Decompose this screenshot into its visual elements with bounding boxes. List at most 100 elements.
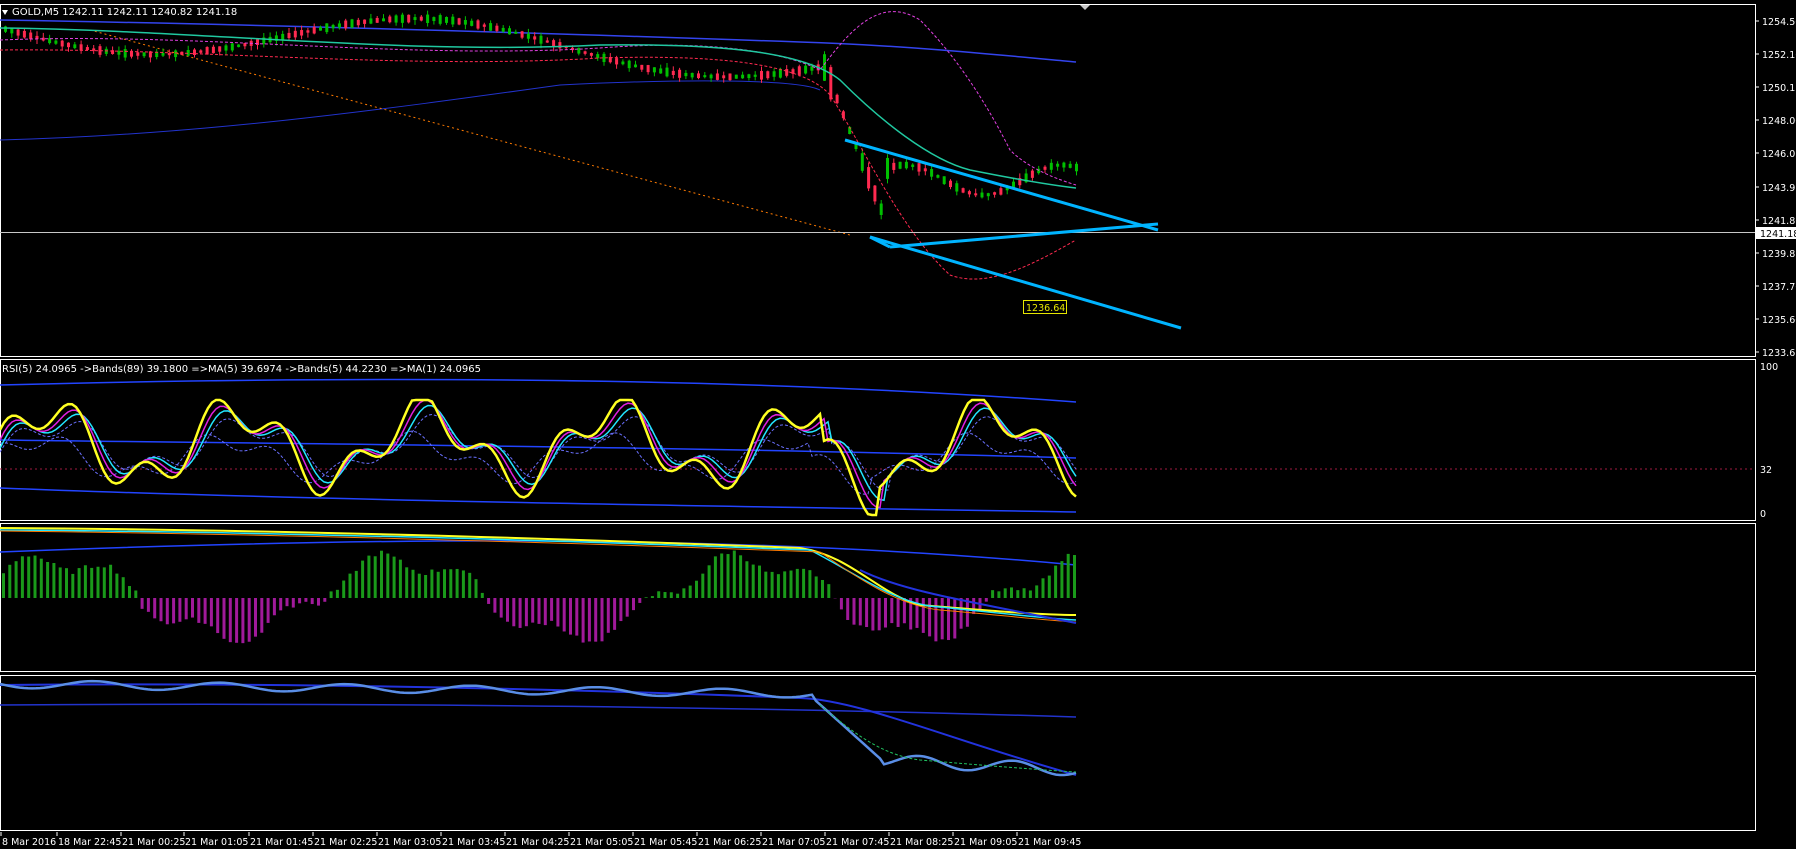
hist-bar-positive	[96, 566, 100, 598]
hist-bar-positive	[449, 569, 453, 598]
bear-candle	[67, 42, 70, 48]
lower-trendline	[889, 222, 1159, 249]
bear-candle	[306, 30, 310, 33]
bear-candle	[1043, 166, 1047, 170]
price-axis-label: 1252.16	[1762, 50, 1796, 61]
bull-candle	[747, 74, 751, 79]
hist-bar-negative	[172, 598, 176, 624]
hist-bar-positive	[430, 569, 434, 598]
bull-candle	[652, 67, 656, 73]
bull-candle	[1062, 162, 1066, 168]
time-axis-label: 21 Mar 05:45	[634, 837, 697, 848]
bull-candle	[489, 23, 493, 31]
hist-bar-positive	[455, 568, 459, 598]
hist-bar-negative	[550, 598, 554, 621]
histogram-panel-frame	[0, 523, 1756, 672]
hist-bar-positive	[783, 571, 787, 598]
hist-bar-negative	[247, 598, 251, 642]
hist-bar-negative	[291, 598, 295, 608]
hist-bar-negative	[493, 598, 497, 613]
bear-candle	[293, 30, 297, 38]
price-axis-label: 1235.66	[1762, 315, 1796, 326]
price-axis-label: 1237.76	[1762, 282, 1796, 293]
bear-candle	[85, 47, 89, 51]
current-price-label: 1241.18	[1760, 229, 1796, 240]
hist-bar-positive	[1022, 588, 1026, 598]
rsi-axis-100: 100	[1760, 362, 1778, 373]
hist-bar-positive	[65, 568, 68, 598]
bull-candle	[741, 74, 745, 79]
triangle-down-icon[interactable]	[2, 10, 8, 15]
hist-bar-negative	[953, 598, 957, 639]
hist-bar-positive	[27, 556, 31, 598]
bull-candle	[709, 74, 713, 79]
time-axis-label: 18 Mar 22:45	[58, 837, 121, 848]
hist-bar-positive	[997, 591, 1001, 598]
hist-bar-negative	[877, 598, 881, 631]
bull-candle	[400, 14, 404, 23]
hist-bar-positive	[707, 565, 711, 598]
bull-candle	[936, 175, 940, 178]
hist-bar-negative	[537, 598, 541, 624]
lower-band-top	[0, 703, 1077, 718]
hist-bar-positive	[1003, 588, 1007, 598]
bear-candle	[835, 94, 839, 104]
time-axis-label: 21 Mar 02:25	[314, 837, 377, 848]
trading-chart[interactable]: GOLD,M5 1242.11 1242.11 1240.82 1241.18 …	[0, 0, 1796, 849]
hist-bar-negative	[272, 598, 276, 616]
hist-bar-positive	[827, 584, 831, 598]
hist-upper-band	[0, 540, 1077, 566]
hist-bar-negative	[159, 598, 163, 622]
bear-candle	[533, 36, 537, 40]
hist-bar-positive	[1016, 590, 1020, 598]
bear-candle	[256, 39, 259, 45]
bear-candle	[678, 69, 682, 78]
bull-candle	[325, 23, 329, 33]
bull-candle	[224, 45, 228, 51]
panel-frames	[0, 4, 1756, 831]
hist-bar-positive	[8, 564, 12, 598]
time-axis-label: 21 Mar 07:45	[826, 837, 889, 848]
long-moving-average	[0, 19, 1077, 63]
bull-candle	[123, 49, 127, 58]
bull-candle	[514, 31, 518, 34]
bull-candle	[1075, 163, 1078, 172]
price-candles-layer	[0, 10, 1755, 330]
bull-candle	[54, 40, 58, 44]
price-axis-label: 1246.01	[1762, 149, 1796, 160]
bear-candle	[949, 180, 952, 188]
bull-candle	[986, 193, 990, 197]
price-axis-label: 1254.56	[1762, 17, 1796, 28]
hist-bar-positive	[726, 554, 730, 598]
hist-bar-negative	[619, 598, 623, 622]
hist-bar-negative	[298, 598, 302, 604]
hist-bar-positive	[695, 580, 698, 598]
bear-candle	[917, 163, 921, 172]
hist-bar-positive	[751, 564, 755, 598]
bear-candle	[167, 53, 171, 56]
bull-candle	[1056, 163, 1060, 167]
hist-bar-positive	[361, 560, 365, 598]
hist-bar-positive	[682, 588, 686, 598]
time-axis-label: 21 Mar 08:25	[890, 837, 953, 848]
bull-candle	[4, 26, 7, 32]
bear-candle	[999, 188, 1003, 195]
bull-candle	[331, 24, 335, 29]
hist-bar-positive	[1028, 590, 1032, 598]
bear-candle	[476, 20, 480, 29]
bull-candle	[911, 164, 915, 167]
triangle-down-icon[interactable]	[1080, 5, 1090, 10]
bull-candle	[394, 15, 398, 23]
bull-candle	[753, 74, 757, 77]
bull-candle	[451, 16, 455, 25]
hist-bar-positive	[102, 567, 106, 598]
bear-candle	[375, 17, 379, 23]
bear-candle	[218, 46, 222, 52]
bull-candle	[904, 161, 908, 169]
bull-candle	[734, 74, 738, 79]
bull-candle	[281, 33, 285, 40]
bear-candle	[79, 44, 83, 51]
hist-bar-positive	[821, 579, 824, 598]
hist-bar-positive	[991, 590, 995, 598]
time-axis-label: 21 Mar 03:05	[378, 837, 441, 848]
